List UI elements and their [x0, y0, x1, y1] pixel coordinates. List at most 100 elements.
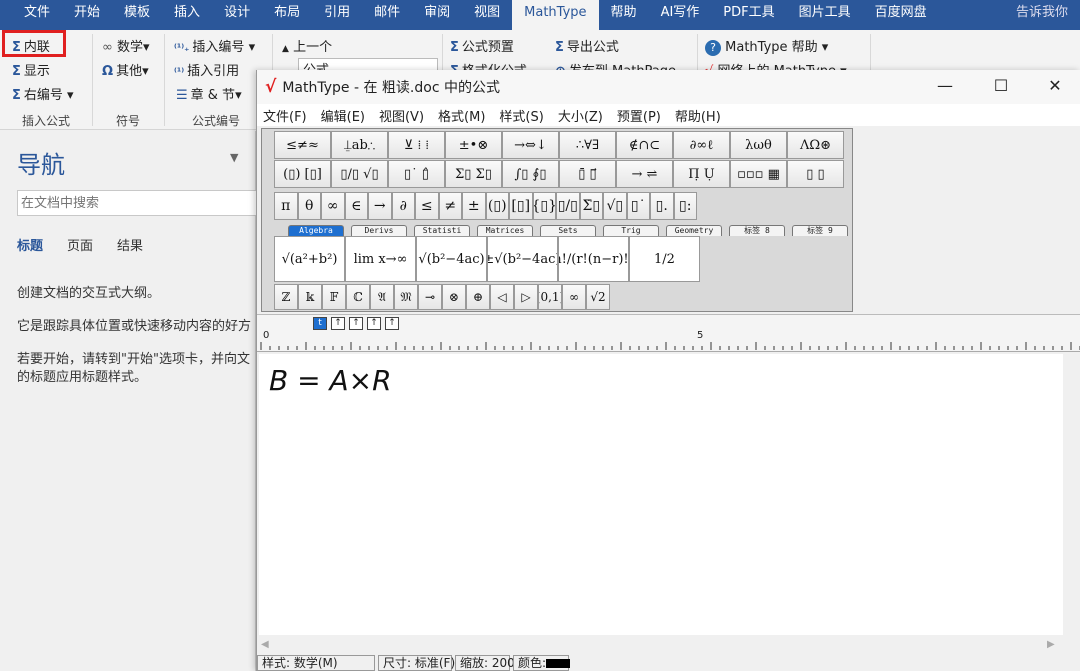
menu-item[interactable]: 格式(M): [438, 106, 485, 125]
nav-search-input[interactable]: [17, 190, 262, 216]
ribbon-tab[interactable]: PDF工具: [711, 0, 786, 30]
palette-button[interactable]: ▯ ▯: [787, 160, 844, 188]
menu-item[interactable]: 帮助(H): [675, 106, 721, 125]
palette-button[interactable]: [0,1]: [538, 284, 562, 310]
tab-stop-button[interactable]: ↑: [367, 317, 381, 330]
palette-button[interactable]: ▷: [514, 284, 538, 310]
palette-button[interactable]: ≠: [438, 192, 462, 220]
minimize-button[interactable]: —: [930, 76, 960, 95]
nav-options-dropdown[interactable]: ▼: [230, 151, 238, 164]
palette-button[interactable]: ∞: [562, 284, 586, 310]
right-number-button[interactable]: Σ 右编号 ▾: [12, 84, 74, 103]
ribbon-tab[interactable]: 引用: [312, 0, 362, 30]
menu-item[interactable]: 预置(P): [617, 106, 661, 125]
menu-item[interactable]: 编辑(E): [321, 106, 365, 125]
horizontal-scrollbar[interactable]: ◀ ▶: [257, 635, 1063, 655]
palette-button[interactable]: {▯}: [532, 192, 556, 220]
equation[interactable]: B = A×R: [269, 364, 392, 397]
insert-number-button[interactable]: ⁽¹⁾₊ 插入编号 ▾: [174, 36, 255, 55]
ribbon-tab[interactable]: 图片工具: [787, 0, 863, 30]
ribbon-tab[interactable]: 审阅: [412, 0, 462, 30]
nav-tab-pages[interactable]: 页面: [67, 235, 93, 254]
ruler[interactable]: 0 5: [257, 330, 1080, 352]
palette-button[interactable]: ΛΩ⊛: [787, 131, 844, 159]
export-equation-button[interactable]: Σ 导出公式: [555, 36, 619, 55]
menu-item[interactable]: 大小(Z): [558, 106, 603, 125]
tab-stop-button[interactable]: ↑: [385, 317, 399, 330]
ribbon-tab[interactable]: 开始: [62, 0, 112, 30]
ribbon-tab[interactable]: 帮助: [599, 0, 649, 30]
template-tab[interactable]: 标签 8: [729, 225, 785, 236]
template-tab[interactable]: Geometry: [666, 225, 722, 236]
palette-button[interactable]: → ⇌: [616, 160, 673, 188]
chapter-section-button[interactable]: ☰ 章 & 节▾: [176, 84, 242, 103]
palette-button[interactable]: Σ▯ Σ▯: [445, 160, 502, 188]
palette-button[interactable]: ∂: [391, 192, 415, 220]
palette-button[interactable]: ±•⊗: [445, 131, 502, 159]
template-tab[interactable]: Derivs: [351, 225, 407, 236]
palette-button[interactable]: ▯˙: [626, 192, 650, 220]
equation-editor-area[interactable]: B = A×R: [259, 354, 1063, 635]
ribbon-tab[interactable]: 百度网盘: [863, 0, 939, 30]
palette-button[interactable]: 𝔄: [370, 284, 394, 310]
palette-button[interactable]: λωθ: [730, 131, 787, 159]
previous-button[interactable]: ▲ 上一个: [282, 36, 332, 55]
palette-button[interactable]: ∫▯ ∮▯: [502, 160, 559, 188]
mathtype-help-button[interactable]: ? MathType 帮助 ▾: [705, 36, 828, 56]
palette-button[interactable]: √▯: [603, 192, 627, 220]
palette-button[interactable]: (▯): [485, 192, 509, 220]
palette-button[interactable]: 𝔽: [322, 284, 346, 310]
close-button[interactable]: ✕: [1040, 76, 1070, 95]
palette-button[interactable]: →⇔↓: [502, 131, 559, 159]
palette-button[interactable]: ▫▫▫ ▦: [730, 160, 787, 188]
palette-button[interactable]: ▯/▯ √▯: [331, 160, 388, 188]
palette-button[interactable]: ℤ: [274, 284, 298, 310]
palette-button[interactable]: n!/(r!(n−r)!): [558, 236, 629, 282]
palette-button[interactable]: 1/2: [629, 236, 700, 282]
other-symbols-button[interactable]: Ω 其他▾: [102, 60, 149, 79]
palette-button[interactable]: Σ̇▯: [579, 192, 603, 220]
palette-button[interactable]: ⊸: [418, 284, 442, 310]
palette-button[interactable]: ℂ: [346, 284, 370, 310]
palette-button[interactable]: Π̣ Ụ: [673, 160, 730, 188]
template-tab[interactable]: Statisti: [414, 225, 470, 236]
ribbon-tab[interactable]: 设计: [212, 0, 262, 30]
ribbon-tab[interactable]: 插入: [162, 0, 212, 30]
palette-button[interactable]: →: [368, 192, 392, 220]
vertical-scrollbar[interactable]: [1063, 354, 1080, 635]
template-tab[interactable]: Sets: [540, 225, 596, 236]
menu-item[interactable]: 样式(S): [499, 106, 543, 125]
equation-preset-button[interactable]: Σ 公式预置: [450, 36, 514, 55]
menu-item[interactable]: 视图(V): [379, 106, 424, 125]
insert-reference-button[interactable]: ⁽¹⁾ 插入引用: [174, 60, 239, 79]
ribbon-tab[interactable]: 模板: [112, 0, 162, 30]
palette-button[interactable]: ∂∞ℓ: [673, 131, 730, 159]
palette-button[interactable]: (−b±√(b²−4ac))/2a: [487, 236, 558, 282]
palette-button[interactable]: ▯̄ ▯⃗: [559, 160, 616, 188]
palette-button[interactable]: ⊕: [466, 284, 490, 310]
palette-button[interactable]: ⊻ ⁞ ⁞: [388, 131, 445, 159]
palette-button[interactable]: ∉∩⊂: [616, 131, 673, 159]
palette-button[interactable]: ≤: [415, 192, 439, 220]
palette-button[interactable]: 𝕜: [298, 284, 322, 310]
ribbon-tab[interactable]: 布局: [262, 0, 312, 30]
palette-button[interactable]: π: [274, 192, 298, 220]
maximize-button[interactable]: ☐: [986, 76, 1016, 95]
palette-button[interactable]: ±: [462, 192, 486, 220]
math-symbols-button[interactable]: ∞ 数学▾: [102, 36, 150, 55]
palette-button[interactable]: lim x→∞: [345, 236, 416, 282]
template-tab[interactable]: Trig: [603, 225, 659, 236]
palette-button[interactable]: √(a²+b²): [274, 236, 345, 282]
palette-button[interactable]: ≤≠≈: [274, 131, 331, 159]
tell-me-search[interactable]: 告诉我你: [1004, 0, 1080, 30]
template-tab[interactable]: Matrices: [477, 225, 533, 236]
palette-button[interactable]: ▯.: [650, 192, 674, 220]
scroll-left-icon[interactable]: ◀: [261, 639, 269, 650]
ribbon-tab[interactable]: 邮件: [362, 0, 412, 30]
template-tab[interactable]: Algebra: [288, 225, 344, 236]
tab-stop-button[interactable]: ↑: [349, 317, 363, 330]
scroll-right-icon[interactable]: ▶: [1047, 639, 1055, 650]
tab-stop-button[interactable]: ↑: [331, 317, 345, 330]
palette-button[interactable]: ⊗: [442, 284, 466, 310]
palette-button[interactable]: ▯:: [673, 192, 697, 220]
